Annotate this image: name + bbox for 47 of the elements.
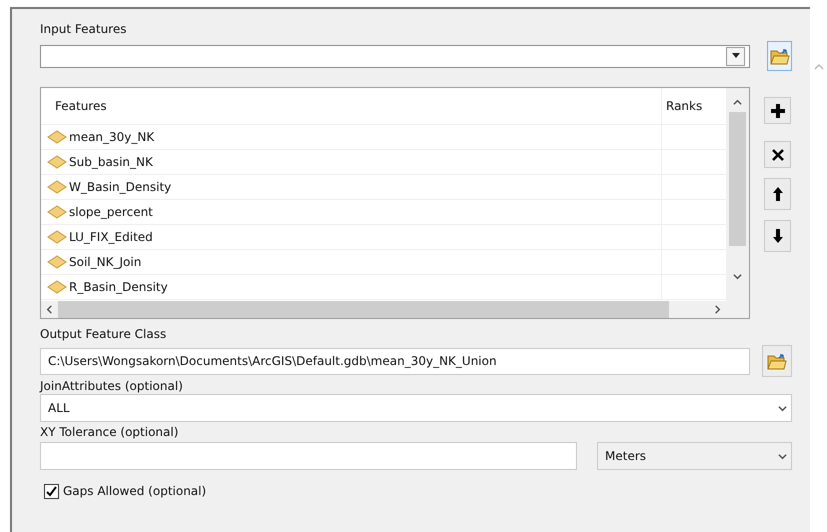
chevron-down-icon[interactable] — [778, 452, 787, 460]
units-combo[interactable]: Meters — [597, 442, 792, 470]
caret-down-icon — [732, 53, 740, 59]
chevron-left-icon[interactable] — [45, 305, 54, 314]
feature-item[interactable]: mean_30y_NK — [41, 125, 662, 149]
dropdown-button[interactable] — [726, 46, 745, 66]
browse-button[interactable] — [767, 41, 792, 71]
remove-button[interactable] — [764, 141, 791, 168]
field-label: XY Tolerance (optional) — [40, 424, 180, 440]
arrow-up-icon — [772, 186, 784, 202]
checkbox[interactable] — [44, 484, 59, 498]
chevron-up-icon[interactable] — [733, 98, 742, 107]
field-label: Output Feature Class — [40, 326, 168, 342]
column-header: Ranks — [665, 98, 704, 115]
polygon-layer-icon — [47, 255, 67, 269]
polygon-layer-icon — [47, 205, 67, 219]
browse-button[interactable] — [762, 345, 792, 377]
chevron-right-icon[interactable] — [713, 305, 722, 314]
field-label: JoinAttributes (optional) — [40, 378, 184, 394]
close-icon — [772, 148, 784, 160]
chevron-down-icon[interactable] — [778, 404, 787, 412]
plus-icon — [770, 102, 786, 118]
join-attributes-combo[interactable]: ALL — [40, 394, 792, 422]
chevron-down-icon[interactable] — [733, 272, 742, 281]
polygon-layer-icon — [47, 130, 67, 144]
xy-tolerance-field[interactable] — [40, 442, 577, 470]
feature-item[interactable]: Sub_basin_NK — [41, 150, 662, 174]
feature-item[interactable]: LU_FIX_Edited — [41, 225, 662, 249]
move-down-button[interactable] — [764, 220, 791, 252]
polygon-layer-icon — [47, 155, 67, 169]
column-header: Features — [41, 88, 662, 124]
checkbox-label: Gaps Allowed (optional) — [63, 483, 206, 499]
move-up-button[interactable] — [764, 178, 791, 210]
feature-item[interactable]: W_Basin_Density — [41, 175, 662, 199]
folder-icon — [767, 352, 787, 370]
feature-item[interactable]: R_Basin_Density — [41, 275, 662, 299]
add-button[interactable] — [764, 97, 791, 124]
arrow-down-icon — [772, 228, 784, 244]
polygon-layer-icon — [47, 280, 67, 294]
feature-item[interactable]: Soil_NK_Join — [41, 250, 662, 274]
input-features-combo[interactable] — [40, 44, 750, 68]
feature-item[interactable]: slope_percent — [41, 200, 662, 224]
polygon-layer-icon — [47, 180, 67, 194]
field-label: Input Features — [40, 21, 128, 37]
folder-icon — [770, 48, 790, 64]
output-path-field[interactable]: C:\Users\Wongsakorn\Documents\ArcGIS\Default.gdb\mean_30y_NK_Union — [40, 348, 750, 374]
polygon-layer-icon — [47, 230, 67, 244]
